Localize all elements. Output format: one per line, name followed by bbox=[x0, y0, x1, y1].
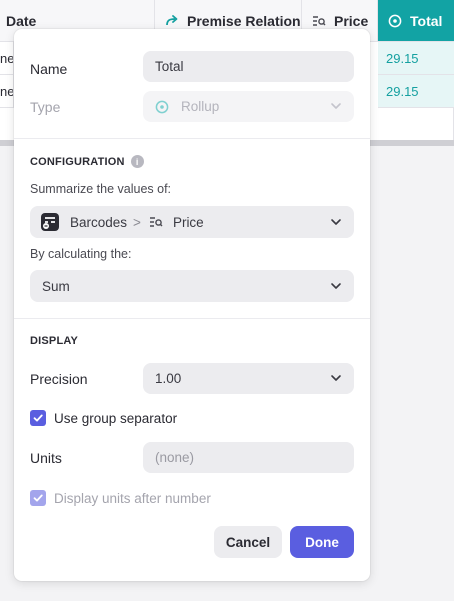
units-input-placeholder: (none) bbox=[155, 450, 195, 465]
precision-select[interactable]: 1.00 bbox=[143, 363, 354, 394]
arrow-relation-icon bbox=[165, 14, 179, 28]
display-title-text: DISPLAY bbox=[30, 335, 79, 347]
display-section-title: DISPLAY bbox=[30, 335, 78, 347]
column-header-total[interactable]: Total bbox=[378, 0, 454, 42]
name-label: Name bbox=[30, 60, 68, 77]
chevron-down-icon bbox=[330, 372, 342, 384]
lookup-field-icon bbox=[149, 215, 163, 229]
table-cell-total-value: 29.15 bbox=[386, 83, 419, 99]
group-separator-row[interactable]: Use group separator bbox=[30, 409, 354, 427]
precision-label: Precision bbox=[30, 370, 88, 387]
units-label: Units bbox=[30, 449, 62, 466]
calculation-select[interactable]: Sum bbox=[30, 270, 354, 302]
units-after-label: Display units after number bbox=[54, 490, 211, 506]
rollup-icon bbox=[388, 14, 402, 28]
summarize-label: Summarize the values of: bbox=[30, 182, 172, 196]
table-cell-date[interactable]: ne bbox=[0, 75, 14, 108]
chevron-down-icon bbox=[330, 100, 342, 112]
column-header-price-label: Price bbox=[334, 12, 369, 29]
cancel-button[interactable]: Cancel bbox=[214, 526, 282, 558]
rollup-icon bbox=[155, 100, 169, 114]
checkmark-icon bbox=[33, 414, 43, 422]
configuration-section-title: CONFIGURATION i bbox=[30, 155, 144, 168]
column-header-total-label: Total bbox=[410, 12, 443, 29]
precision-select-value: 1.00 bbox=[155, 371, 182, 386]
source-field-select[interactable]: Barcodes > Price bbox=[30, 206, 354, 238]
table-cell-empty[interactable] bbox=[370, 108, 454, 141]
type-select-value: Rollup bbox=[181, 99, 220, 114]
lookup-field-icon bbox=[312, 14, 326, 28]
group-separator-label: Use group separator bbox=[54, 410, 178, 426]
table-cell-date-text: ne bbox=[0, 83, 14, 99]
done-button[interactable]: Done bbox=[290, 526, 354, 558]
table-cell-total[interactable]: 29.15 bbox=[378, 75, 454, 108]
table-icon bbox=[40, 212, 60, 232]
calculating-label: By calculating the: bbox=[30, 247, 132, 261]
chevron-down-icon bbox=[330, 280, 342, 292]
table-cell-total-value: 29.15 bbox=[386, 50, 419, 66]
column-header-premise-relation-label: Premise Relation bbox=[187, 12, 301, 29]
table-cell-date-text: ne bbox=[0, 50, 14, 66]
chevron-down-icon bbox=[330, 216, 342, 228]
type-select: Rollup bbox=[143, 91, 354, 122]
units-after-row: Display units after number bbox=[30, 489, 354, 507]
name-input[interactable]: Total bbox=[143, 51, 354, 82]
section-divider bbox=[14, 138, 370, 139]
field-settings-dialog: Name Total Type Rollup CONFIGURATION i S… bbox=[14, 29, 370, 581]
group-separator-checkbox[interactable] bbox=[30, 410, 46, 426]
type-label: Type bbox=[30, 98, 61, 115]
source-separator: > bbox=[133, 214, 141, 230]
info-icon[interactable]: i bbox=[130, 155, 144, 168]
units-after-checkbox bbox=[30, 490, 46, 506]
calculation-select-value: Sum bbox=[42, 278, 70, 294]
source-table-name: Barcodes bbox=[70, 214, 128, 230]
units-input[interactable]: (none) bbox=[143, 442, 354, 473]
name-input-value: Total bbox=[155, 59, 184, 74]
column-header-date-label: Date bbox=[6, 12, 37, 29]
checkmark-icon bbox=[33, 494, 43, 502]
section-divider bbox=[14, 318, 370, 319]
table-cell-date[interactable]: ne bbox=[0, 42, 14, 75]
configuration-title-text: CONFIGURATION bbox=[30, 155, 125, 168]
source-field-name: Price bbox=[172, 214, 204, 230]
table-cell-total[interactable]: 29.15 bbox=[378, 42, 454, 75]
